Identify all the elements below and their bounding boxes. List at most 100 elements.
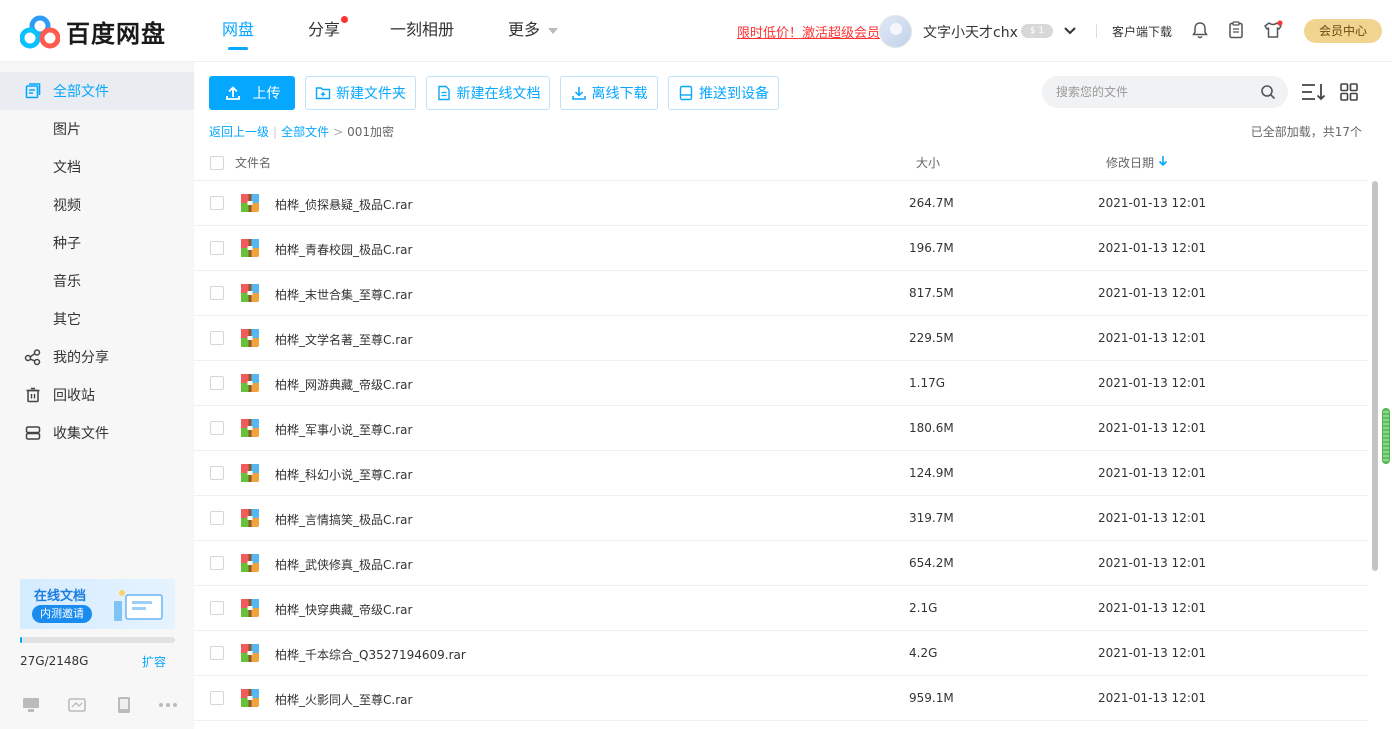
header-modified-date[interactable]: 修改日期 — [1106, 154, 1154, 171]
file-date: 2021-01-13 12:01 — [1098, 646, 1207, 660]
rar-archive-icon — [241, 599, 259, 617]
file-name[interactable]: 柏桦_言情搞笑_极品C.rar — [275, 511, 412, 528]
sidebar-item-images[interactable]: 图片 — [0, 110, 194, 148]
online-doc-promo-card[interactable]: 在线文档 内测邀请 — [20, 579, 175, 629]
logo[interactable]: 百度网盘 — [20, 14, 166, 49]
member-center-button[interactable]: 会员中心 — [1304, 19, 1382, 43]
row-checkbox[interactable] — [210, 241, 224, 255]
nav-netdisk[interactable]: 网盘 — [222, 0, 254, 62]
file-date: 2021-01-13 12:01 — [1098, 466, 1207, 480]
header-size[interactable]: 大小 — [916, 154, 940, 171]
push-to-device-button[interactable]: 推送到设备 — [668, 76, 779, 110]
file-name[interactable]: 柏桦_科幻小说_至尊C.rar — [275, 466, 412, 483]
sidebar-item-label: 音乐 — [53, 274, 81, 290]
grid-view-icon[interactable] — [1340, 83, 1358, 101]
sidebar-item-my-share[interactable]: 我的分享 — [0, 338, 194, 376]
breadcrumb-separator: | — [273, 125, 278, 139]
computer-icon[interactable] — [22, 697, 40, 713]
file-name[interactable]: 柏桦_军事小说_至尊C.rar — [275, 421, 412, 438]
arrow-down-icon[interactable] — [1158, 155, 1168, 167]
sidebar-item-label: 其它 — [53, 312, 81, 328]
file-name[interactable]: 柏桦_武侠修真_极品C.rar — [275, 556, 412, 573]
file-name[interactable]: 柏桦_火影同人_至尊C.rar — [275, 691, 412, 708]
sidebar-item-other[interactable]: 其它 — [0, 300, 194, 338]
file-name[interactable]: 柏桦_千本综合_Q3527194609.rar — [275, 646, 466, 663]
bell-icon[interactable] — [1190, 20, 1210, 40]
table-row[interactable]: 柏桦_言情搞笑_极品C.rar 319.7M 2021-01-13 12:01 — [194, 496, 1368, 541]
table-row[interactable]: 柏桦_末世合集_至尊C.rar 817.5M 2021-01-13 12:01 — [194, 271, 1368, 316]
row-checkbox[interactable] — [210, 556, 224, 570]
row-checkbox[interactable] — [210, 691, 224, 705]
sidebar-item-videos[interactable]: 视频 — [0, 186, 194, 224]
rar-archive-icon — [241, 374, 259, 392]
breadcrumb-all-files[interactable]: 全部文件 — [281, 125, 329, 139]
sidebar-item-documents[interactable]: 文档 — [0, 148, 194, 186]
clipboard-icon[interactable] — [1226, 20, 1246, 40]
row-checkbox[interactable] — [210, 331, 224, 345]
table-row[interactable]: 柏桦_网游典藏_帝级C.rar 1.17G 2021-01-13 12:01 — [194, 361, 1368, 406]
file-name[interactable]: 柏桦_文学名著_至尊C.rar — [275, 331, 412, 348]
file-name[interactable]: 柏桦_青春校园_极品C.rar — [275, 241, 412, 258]
more-dots-icon[interactable] — [158, 702, 178, 708]
nav-share[interactable]: 分享 — [308, 0, 349, 62]
table-row[interactable]: 柏桦_文学名著_至尊C.rar 229.5M 2021-01-13 12:01 — [194, 316, 1368, 361]
username[interactable]: 文字小天才chx — [923, 22, 1018, 42]
file-size: 817.5M — [909, 286, 954, 300]
sidebar-item-torrents[interactable]: 种子 — [0, 224, 194, 262]
nav-album[interactable]: 一刻相册 — [390, 0, 454, 62]
list-scrollbar[interactable] — [1372, 181, 1378, 571]
rar-archive-icon — [241, 194, 259, 212]
client-download-link[interactable]: 客户端下载 — [1112, 23, 1172, 40]
table-row[interactable]: 柏桦_军事小说_至尊C.rar 180.6M 2021-01-13 12:01 — [194, 406, 1368, 451]
search-icon[interactable] — [1260, 84, 1276, 100]
storage-quota-text: 27G/2148G — [20, 654, 89, 668]
upload-button[interactable]: 上传 — [209, 76, 295, 110]
tv-icon[interactable] — [68, 697, 86, 713]
table-row[interactable]: 柏桦_火影同人_至尊C.rar 959.1M 2021-01-13 12:01 — [194, 676, 1368, 721]
file-name[interactable]: 柏桦_网游典藏_帝级C.rar — [275, 376, 412, 393]
row-checkbox[interactable] — [210, 376, 224, 390]
breadcrumb-back[interactable]: 返回上一级 — [209, 125, 269, 139]
header-filename[interactable]: 文件名 — [235, 154, 271, 171]
row-checkbox[interactable] — [210, 466, 224, 480]
table-row[interactable]: 柏桦_侦探悬疑_极品C.rar 264.7M 2021-01-13 12:01 — [194, 181, 1368, 226]
offline-download-button[interactable]: 离线下载 — [560, 76, 658, 110]
file-name[interactable]: 柏桦_快穿典藏_帝级C.rar — [275, 601, 412, 618]
folder-icon — [25, 83, 41, 99]
sidebar-item-collect-files[interactable]: 收集文件 — [0, 414, 194, 452]
sidebar-item-music[interactable]: 音乐 — [0, 262, 194, 300]
table-row[interactable]: 柏桦_武侠修真_极品C.rar 654.2M 2021-01-13 12:01 — [194, 541, 1368, 586]
search-input[interactable] — [1056, 76, 1256, 108]
select-all-checkbox[interactable] — [210, 156, 224, 170]
file-name[interactable]: 柏桦_侦探悬疑_极品C.rar — [275, 196, 412, 213]
sort-icon[interactable] — [1301, 82, 1327, 102]
table-row[interactable]: 柏桦_青春校园_极品C.rar 196.7M 2021-01-13 12:01 — [194, 226, 1368, 271]
chevron-down-icon[interactable] — [1063, 24, 1077, 38]
new-folder-button[interactable]: 新建文件夹 — [305, 76, 416, 110]
sidebar-item-label: 回收站 — [53, 388, 95, 404]
document-illustration-icon — [114, 590, 163, 621]
table-row[interactable]: 柏桦_千本综合_Q3527194609.rar 4.2G 2021-01-13 12… — [194, 631, 1368, 676]
new-online-doc-button[interactable]: 新建在线文档 — [426, 76, 550, 110]
window-scroll-handle[interactable] — [1382, 408, 1390, 464]
expand-storage-link[interactable]: 扩容 — [142, 653, 166, 670]
row-checkbox[interactable] — [210, 286, 224, 300]
file-date: 2021-01-13 12:01 — [1098, 421, 1207, 435]
row-checkbox[interactable] — [210, 196, 224, 210]
tshirt-skin-icon[interactable] — [1263, 20, 1283, 40]
mobile-icon[interactable] — [117, 696, 131, 714]
row-checkbox[interactable] — [210, 601, 224, 615]
sidebar-item-all-files[interactable]: 全部文件 — [0, 72, 194, 110]
vip-level-badge: $ 1 — [1021, 24, 1053, 38]
row-checkbox[interactable] — [210, 646, 224, 660]
row-checkbox[interactable] — [210, 511, 224, 525]
file-name[interactable]: 柏桦_末世合集_至尊C.rar — [275, 286, 412, 303]
table-row[interactable]: 柏桦_快穿典藏_帝级C.rar 2.1G 2021-01-13 12:01 — [194, 586, 1368, 631]
sidebar-item-recycle-bin[interactable]: 回收站 — [0, 376, 194, 414]
row-checkbox[interactable] — [210, 421, 224, 435]
nav-more[interactable]: 更多 — [508, 0, 559, 62]
rar-archive-icon — [241, 689, 259, 707]
avatar[interactable] — [879, 15, 912, 48]
table-row[interactable]: 柏桦_科幻小说_至尊C.rar 124.9M 2021-01-13 12:01 — [194, 451, 1368, 496]
vip-promo-link[interactable]: 限时低价！激活超级会员 — [737, 22, 880, 41]
